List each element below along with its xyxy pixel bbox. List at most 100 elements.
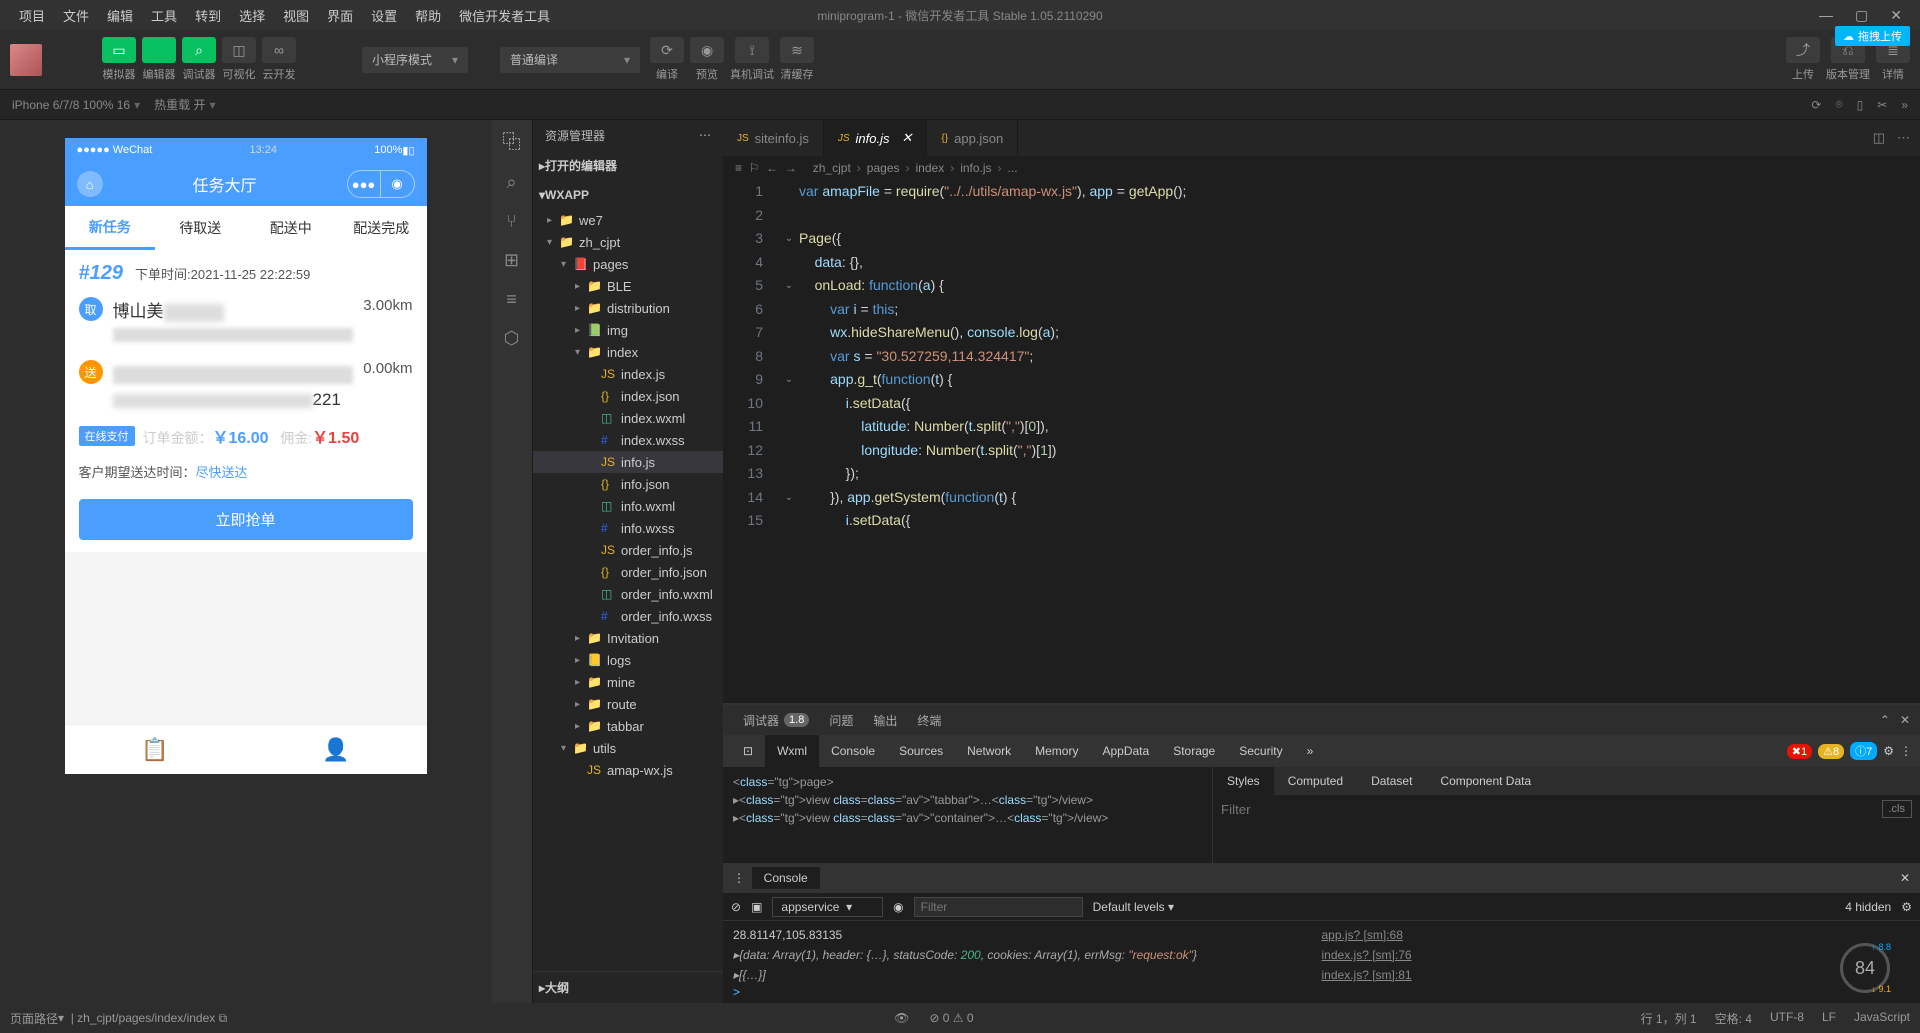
console-menu-icon[interactable]: ⋮: [733, 871, 745, 885]
outline-section[interactable]: ▸ 大纲: [533, 976, 723, 999]
tree-order_info.wxss[interactable]: #order_info.wxss: [533, 605, 723, 627]
menu-文件[interactable]: 文件: [54, 2, 98, 29]
tree-info.json[interactable]: {}info.json: [533, 473, 723, 495]
user-avatar[interactable]: [10, 44, 42, 76]
tree-order_info.json[interactable]: {}order_info.json: [533, 561, 723, 583]
console-context-dropdown[interactable]: appservice ▾: [772, 897, 883, 917]
menu-微信开发者工具[interactable]: 微信开发者工具: [450, 2, 559, 29]
mode-dropdown[interactable]: 小程序模式▾: [362, 47, 468, 73]
breadcrumb-item[interactable]: pages: [867, 161, 900, 175]
panel-Wxml[interactable]: Wxml: [765, 735, 819, 767]
minimize-icon[interactable]: —: [1819, 7, 1833, 24]
status-UTF-8[interactable]: UTF-8: [1770, 1010, 1804, 1027]
toolbtn-清缓存[interactable]: ≋清缓存: [780, 37, 814, 82]
tree-info.js[interactable]: JSinfo.js: [533, 451, 723, 473]
toolbtn-编译[interactable]: ⟳编译: [650, 37, 684, 82]
devtab-输出[interactable]: 输出: [863, 705, 907, 735]
phone-tab-2[interactable]: 配送中: [246, 206, 337, 250]
console-close-icon[interactable]: ✕: [1900, 871, 1910, 885]
branch-icon[interactable]: ⑂: [506, 211, 517, 232]
cut-icon[interactable]: ✂: [1877, 98, 1887, 112]
panel-Network[interactable]: Network: [955, 735, 1023, 767]
menu-选择[interactable]: 选择: [230, 2, 274, 29]
breadcrumb-item[interactable]: index: [916, 161, 945, 175]
panel-Security[interactable]: Security: [1227, 735, 1294, 767]
toolbtn-预览[interactable]: ◉预览: [690, 37, 724, 82]
tree-mine[interactable]: ▸📁mine: [533, 671, 723, 693]
toolbtn-云开发[interactable]: ∞云开发: [262, 37, 296, 82]
tab-app.json[interactable]: {} app.json: [927, 120, 1018, 156]
devtab-问题[interactable]: 问题: [819, 705, 863, 735]
panel-AppData[interactable]: AppData: [1090, 735, 1161, 767]
bug-icon[interactable]: ⬡: [504, 328, 520, 349]
styletab-Computed[interactable]: Computed: [1274, 767, 1357, 795]
extension-icon[interactable]: ⊞: [504, 250, 519, 271]
breadcrumb-icons[interactable]: ≡ ⚐ ← →: [735, 161, 797, 175]
tree-amap-wx.js[interactable]: JSamap-wx.js: [533, 759, 723, 781]
wxml-tree[interactable]: <class="tg">page> ▸<class="tg">view clas…: [723, 767, 1213, 863]
menu-项目[interactable]: 项目: [10, 2, 54, 29]
split-icon[interactable]: ◫: [1873, 130, 1885, 146]
breadcrumb-item[interactable]: ...: [1008, 161, 1018, 175]
tree-img[interactable]: ▸📗img: [533, 319, 723, 341]
toolbtn-模拟器[interactable]: ▭模拟器: [102, 37, 136, 82]
phone-home-icon[interactable]: ⌂: [77, 171, 103, 197]
refresh-icon[interactable]: ⟳: [1811, 98, 1821, 112]
tabbar-orders-icon[interactable]: 📋: [65, 725, 246, 774]
home-icon[interactable]: ⌾: [1835, 97, 1842, 112]
menu-编辑[interactable]: 编辑: [98, 2, 142, 29]
dots-icon[interactable]: ⋮: [1900, 744, 1912, 758]
menu-视图[interactable]: 视图: [274, 2, 318, 29]
compile-dropdown[interactable]: 普通编译▾: [500, 47, 640, 73]
panel-more[interactable]: »: [1295, 735, 1326, 767]
collapse-icon[interactable]: ⌃: [1880, 713, 1890, 727]
devtab-调试器[interactable]: 调试器1.8: [733, 705, 819, 735]
tab-info.js[interactable]: JS info.js✕: [824, 120, 928, 156]
tree-distribution[interactable]: ▸📁distribution: [533, 297, 723, 319]
eye-icon[interactable]: 👁: [894, 1011, 909, 1025]
search-icon[interactable]: ⌕: [506, 172, 516, 193]
promo-badge[interactable]: ☁ 拖拽上传: [1835, 26, 1910, 46]
panel-Console[interactable]: Console: [819, 735, 887, 767]
close-icon[interactable]: ✕: [1890, 7, 1902, 24]
tree-Invitation[interactable]: ▸📁Invitation: [533, 627, 723, 649]
tabbar-user-icon[interactable]: 👤: [246, 725, 427, 774]
console-top-icon[interactable]: ▣: [751, 900, 762, 914]
tree-logs[interactable]: ▸📒logs: [533, 649, 723, 671]
status-空格: 4[interactable]: 空格: 4: [1715, 1010, 1752, 1027]
panel-Sources[interactable]: Sources: [887, 735, 955, 767]
panel-Memory[interactable]: Memory: [1023, 735, 1090, 767]
performance-badge[interactable]: ↑ 8.8 84 ↓ 9.1: [1840, 943, 1890, 993]
tree-index.json[interactable]: {}index.json: [533, 385, 723, 407]
tree-index[interactable]: ▾📁index: [533, 341, 723, 363]
tree-we7[interactable]: ▸📁we7: [533, 209, 723, 231]
panel-Storage[interactable]: Storage: [1161, 735, 1227, 767]
inspect-icon[interactable]: ⊡: [743, 744, 753, 758]
tree-pages[interactable]: ▾📕pages: [533, 253, 723, 275]
styletab-Component Data[interactable]: Component Data: [1426, 767, 1545, 795]
menu-帮助[interactable]: 帮助: [406, 2, 450, 29]
hot-reload-toggle[interactable]: 热重载 开: [154, 96, 205, 113]
open-editors-section[interactable]: ▸ 打开的编辑器: [533, 154, 723, 177]
menu-工具[interactable]: 工具: [142, 2, 186, 29]
gear-icon[interactable]: ⚙: [1883, 744, 1894, 758]
console-levels-dropdown[interactable]: Default levels ▾: [1093, 900, 1174, 914]
breadcrumb-item[interactable]: info.js: [960, 161, 991, 175]
tree-info.wxml[interactable]: ◫info.wxml: [533, 495, 723, 517]
console-clear-icon[interactable]: ⊘: [731, 900, 741, 914]
device-selector[interactable]: iPhone 6/7/8 100% 16: [12, 98, 130, 112]
styletab-Styles[interactable]: Styles: [1213, 767, 1274, 795]
toolbtn-可视化[interactable]: ◫可视化: [222, 37, 256, 82]
console-tab[interactable]: Console: [752, 867, 820, 889]
style-filter-input[interactable]: [1221, 802, 1882, 817]
tree-BLE[interactable]: ▸📁BLE: [533, 275, 723, 297]
console-filter-input[interactable]: [914, 897, 1083, 917]
more-icon[interactable]: »: [1901, 98, 1908, 112]
status-LF[interactable]: LF: [1822, 1010, 1836, 1027]
tab-siteinfo.js[interactable]: JS siteinfo.js: [723, 120, 824, 156]
tree-zh_cjpt[interactable]: ▾📁zh_cjpt: [533, 231, 723, 253]
menu-转到[interactable]: 转到: [186, 2, 230, 29]
device-icon[interactable]: ▯: [1857, 98, 1864, 112]
tree-order_info.wxml[interactable]: ◫order_info.wxml: [533, 583, 723, 605]
phone-tab-3[interactable]: 配送完成: [336, 206, 427, 250]
